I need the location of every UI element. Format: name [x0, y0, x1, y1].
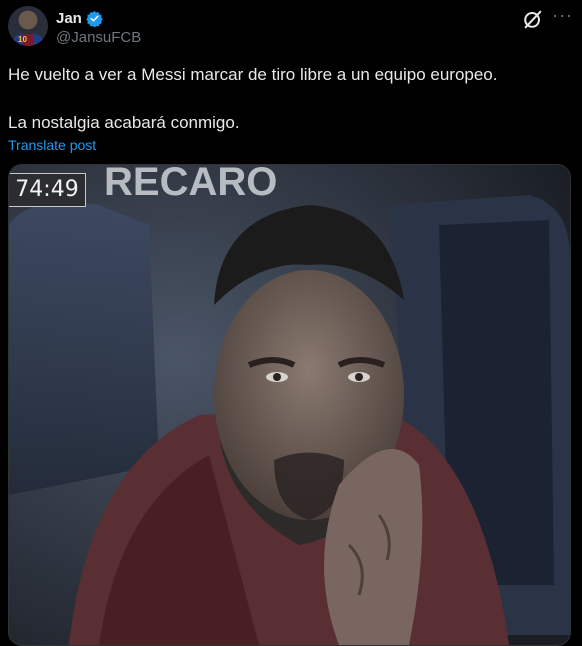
tweet-post: 10 Jan @JansuFCB ··· He vuelto a ver a M… [0, 0, 582, 646]
post-text-line-1: He vuelto a ver a Messi marcar de tiro l… [8, 65, 498, 84]
author-handle[interactable]: @JansuFCB [56, 29, 141, 46]
grok-icon[interactable] [522, 8, 544, 30]
author-name[interactable]: Jan [56, 10, 82, 27]
avatar-number: 10 [18, 35, 27, 44]
avatar[interactable]: 10 [8, 6, 48, 46]
scoreboard-timer: 74:49 [9, 173, 86, 207]
more-options-icon[interactable]: ··· [552, 6, 574, 28]
post-media-image[interactable]: RECARO 74:49 [8, 164, 571, 646]
translate-post-link[interactable]: Translate post [8, 137, 96, 153]
verified-badge-icon [86, 10, 103, 27]
post-text-line-2: La nostalgia acabará conmigo. [8, 113, 240, 132]
media-banner-text: RECARO [104, 165, 277, 204]
media-illustration: RECARO [9, 165, 570, 645]
author-row: Jan [56, 8, 103, 28]
avatar-shirt [12, 34, 44, 46]
